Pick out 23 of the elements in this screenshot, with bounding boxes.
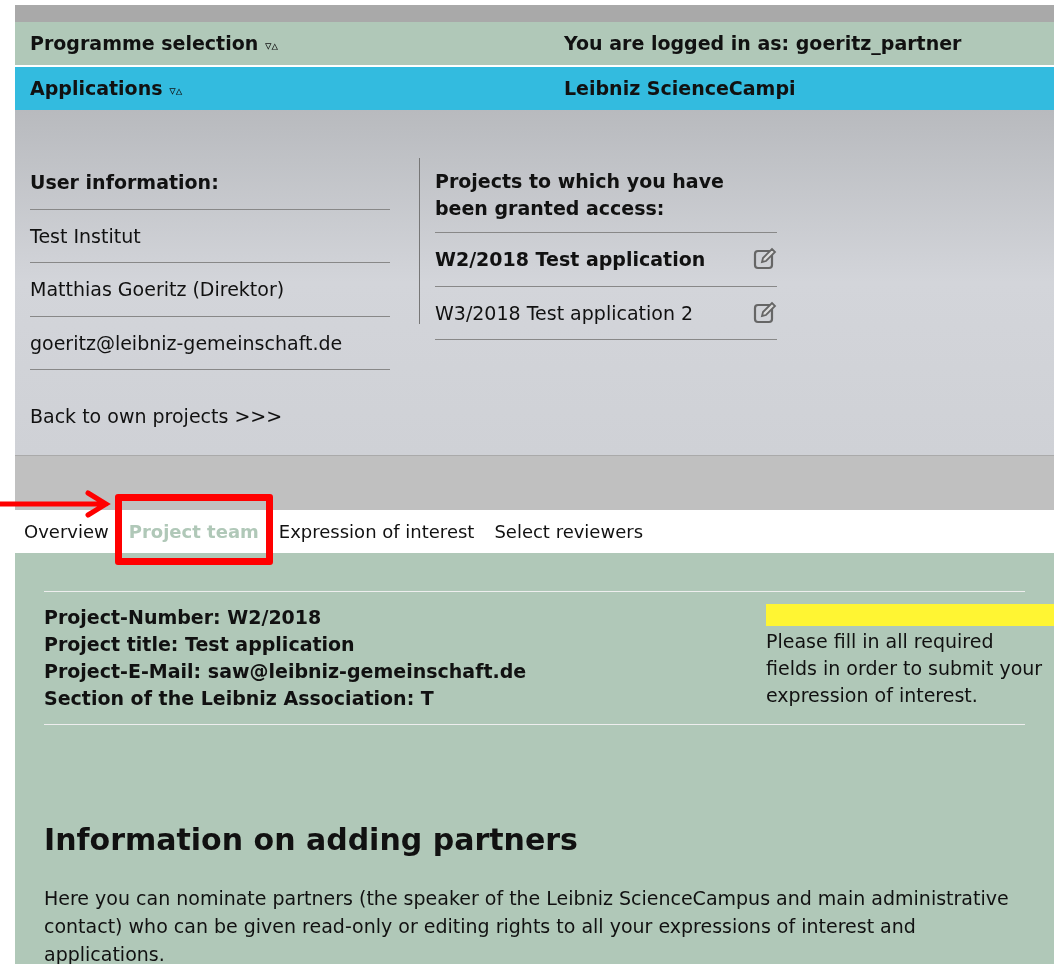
section-heading: Information on adding partners (44, 821, 579, 859)
edit-icon[interactable] (753, 247, 777, 272)
project-detail: Project title: Test application (44, 632, 356, 657)
project-link[interactable]: W3/2018 Test application 2 (435, 298, 694, 327)
tab[interactable]: Expression of interest (278, 521, 475, 542)
user-detail: Test Institut (30, 209, 390, 263)
user-detail: Matthias Goeritz (Direktor) (30, 263, 390, 317)
login-status: You are logged in as: goeritz_partner (564, 31, 962, 57)
notice-text: Please fill in all required fields in order to submit your expression of interest. (766, 629, 1044, 708)
programme-menu[interactable]: Programme selection ▿▵ (30, 29, 564, 58)
section-title: Projects to which you have been granted access: (435, 168, 777, 233)
back-link[interactable]: Back to own projects >>> (30, 402, 390, 431)
tab[interactable]: Overview (24, 521, 109, 542)
user-detail: goeritz@leibniz-gemeinschaft.de (30, 316, 390, 370)
programme-name: Leibniz ScienceCampi (564, 76, 796, 102)
edit-icon[interactable] (753, 300, 777, 325)
applications-menu[interactable]: Applications ▿▵ (30, 74, 564, 103)
tab[interactable]: Select reviewers (494, 521, 644, 542)
section-title: User information: (30, 168, 390, 210)
project-link[interactable]: W2/2018 Test application (435, 245, 706, 274)
project-detail: Section of the Leibniz Association: T (44, 686, 435, 711)
project-detail: Project-Number: W2/2018 (44, 605, 323, 630)
project-detail: Project-E-Mail: saw@leibniz-gemeinschaft.de (44, 659, 528, 684)
